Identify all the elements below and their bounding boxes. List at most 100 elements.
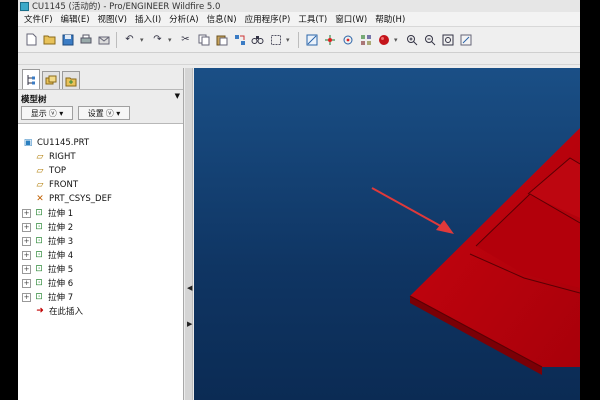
layer-tab[interactable] [42, 71, 60, 89]
graphics-viewport[interactable] [194, 68, 580, 400]
right-border [580, 0, 600, 400]
zoom-in-icon[interactable] [404, 32, 419, 47]
tree-label: 拉伸 3 [48, 237, 74, 247]
menu-window[interactable]: 窗口(W) [331, 13, 371, 25]
show-dropdown[interactable]: 显示 ⓥ ▾ [21, 106, 73, 120]
save-icon[interactable] [60, 32, 75, 47]
coordinate-system-icon: ✕ [36, 194, 44, 204]
menu-view[interactable]: 视图(V) [94, 13, 131, 25]
tree-row-datum[interactable]: ▱ FRONT [18, 178, 183, 192]
chevron-down-icon[interactable]: ▾ [168, 36, 175, 44]
menu-applications[interactable]: 应用程序(P) [241, 13, 295, 25]
new-file-icon[interactable] [24, 32, 39, 47]
print-icon[interactable] [78, 32, 93, 47]
redo-icon[interactable]: ↷ [150, 32, 165, 47]
menu-edit[interactable]: 编辑(E) [57, 13, 94, 25]
tree-row-extrude[interactable]: + ⊡ 拉伸 4 [18, 248, 183, 262]
menu-info[interactable]: 信息(N) [203, 13, 241, 25]
tree-row-insert-here[interactable]: ➜ 在此插入 [18, 304, 183, 318]
favorites-tab[interactable] [62, 71, 80, 89]
repaint-icon[interactable] [304, 32, 319, 47]
show-dropdown-label: 显示 [30, 108, 47, 118]
tree-label: 拉伸 6 [48, 279, 74, 289]
model-tree-tab[interactable] [22, 69, 40, 89]
menu-insert[interactable]: 插入(I) [131, 13, 165, 25]
open-file-icon[interactable] [42, 32, 57, 47]
spin-center-icon[interactable] [340, 32, 355, 47]
tree-label: 在此插入 [49, 307, 84, 317]
navigator-panel: 模型树 ▼ 显示 ⓥ ▾ 设置 ⓥ ▾ ▣ CU1145.PRT ▱ RIGHT… [18, 68, 184, 400]
tree-row-datum[interactable]: ▱ RIGHT [18, 150, 183, 164]
color-sphere-icon[interactable] [376, 32, 391, 47]
paste-icon[interactable] [214, 32, 229, 47]
send-icon[interactable] [96, 32, 111, 47]
orient-icon[interactable] [322, 32, 337, 47]
expand-icon[interactable]: + [22, 250, 31, 260]
chevron-down-icon[interactable]: ▾ [286, 36, 293, 44]
extrude-icon: ⊡ [35, 250, 43, 260]
settings-dropdown-label: 设置 [87, 108, 104, 118]
datum-plane-icon: ▱ [36, 180, 44, 190]
undo-icon[interactable]: ↶ [122, 32, 137, 47]
extrude-icon: ⊡ [35, 292, 43, 302]
datum-plane-icon: ▱ [36, 166, 44, 176]
settings-dropdown[interactable]: 设置 ⓥ ▾ [78, 106, 130, 120]
expand-icon[interactable]: + [22, 278, 31, 288]
title-bar: CU1145 (活动的) - Pro/ENGINEER Wildfire 5.0 [18, 0, 580, 12]
expand-icon[interactable]: + [22, 292, 31, 302]
tree-label: 拉伸 7 [48, 293, 74, 303]
expand-icon[interactable]: + [22, 236, 31, 246]
chevron-down-icon[interactable]: ▾ [394, 36, 401, 44]
tree-row-datum[interactable]: ▱ TOP [18, 164, 183, 178]
toolbar-separator [116, 31, 117, 48]
extrude-icon: ⊡ [35, 236, 43, 246]
panel-splitter[interactable]: ◀ ▶ [185, 68, 193, 400]
annotation-arrow [371, 187, 447, 230]
extrude-icon: ⊡ [35, 222, 43, 232]
tree-label: CU1145.PRT [37, 138, 90, 148]
zoom-out-icon[interactable] [422, 32, 437, 47]
navigator-tabs [18, 68, 183, 90]
tree-row-extrude[interactable]: + ⊡ 拉伸 6 [18, 276, 183, 290]
insert-arrow-icon: ➜ [36, 306, 44, 316]
refit-icon[interactable] [440, 32, 455, 47]
regenerate-icon[interactable] [232, 32, 247, 47]
expand-right-icon[interactable]: ▶ [187, 320, 192, 328]
tree-row-extrude[interactable]: + ⊡ 拉伸 1 [18, 206, 183, 220]
model-view [371, 128, 580, 375]
app-icon [20, 1, 29, 11]
find-icon[interactable] [250, 32, 265, 47]
part-icon: ▣ [23, 138, 33, 148]
menu-help[interactable]: 帮助(H) [371, 13, 409, 25]
extrude-icon: ⊡ [35, 264, 43, 274]
tree-row-root[interactable]: ▣ CU1145.PRT [18, 136, 183, 150]
view-manager-icon[interactable] [458, 32, 473, 47]
model-tree-header: 模型树 ▼ 显示 ⓥ ▾ 设置 ⓥ ▾ [18, 90, 183, 124]
copy-icon[interactable] [196, 32, 211, 47]
expand-icon[interactable]: + [22, 208, 31, 218]
tree-row-extrude[interactable]: + ⊡ 拉伸 5 [18, 262, 183, 276]
tree-label: FRONT [49, 180, 79, 190]
tree-label: 拉伸 1 [48, 209, 74, 219]
select-box-icon[interactable] [268, 32, 283, 47]
tree-row-csys[interactable]: ✕ PRT_CSYS_DEF [18, 192, 183, 206]
menu-tools[interactable]: 工具(T) [294, 13, 331, 25]
expand-icon[interactable]: + [22, 264, 31, 274]
menu-file[interactable]: 文件(F) [20, 13, 57, 25]
tree-row-extrude[interactable]: + ⊡ 拉伸 7 [18, 290, 183, 304]
annotation-arrowhead [436, 220, 454, 234]
main-toolbar: ↶ ▾ ↷ ▾ ✂ ▾ ▾ [18, 27, 580, 53]
toolbar-separator [298, 31, 299, 48]
cut-icon[interactable]: ✂ [178, 32, 193, 47]
tree-row-extrude[interactable]: + ⊡ 拉伸 3 [18, 234, 183, 248]
menu-analysis[interactable]: 分析(A) [165, 13, 202, 25]
appearance-icon[interactable] [358, 32, 373, 47]
chevron-down-icon[interactable]: ▾ [140, 36, 147, 44]
tree-label: 拉伸 4 [48, 251, 74, 261]
model-tree: ▣ CU1145.PRT ▱ RIGHT ▱ TOP ▱ FRONT ✕ PRT… [18, 124, 183, 318]
expand-icon[interactable]: + [22, 222, 31, 232]
tree-label: 拉伸 5 [48, 265, 74, 275]
tree-row-extrude[interactable]: + ⊡ 拉伸 2 [18, 220, 183, 234]
collapse-left-icon[interactable]: ◀ [187, 284, 192, 292]
panel-menu-icon[interactable]: ▼ [175, 92, 180, 100]
